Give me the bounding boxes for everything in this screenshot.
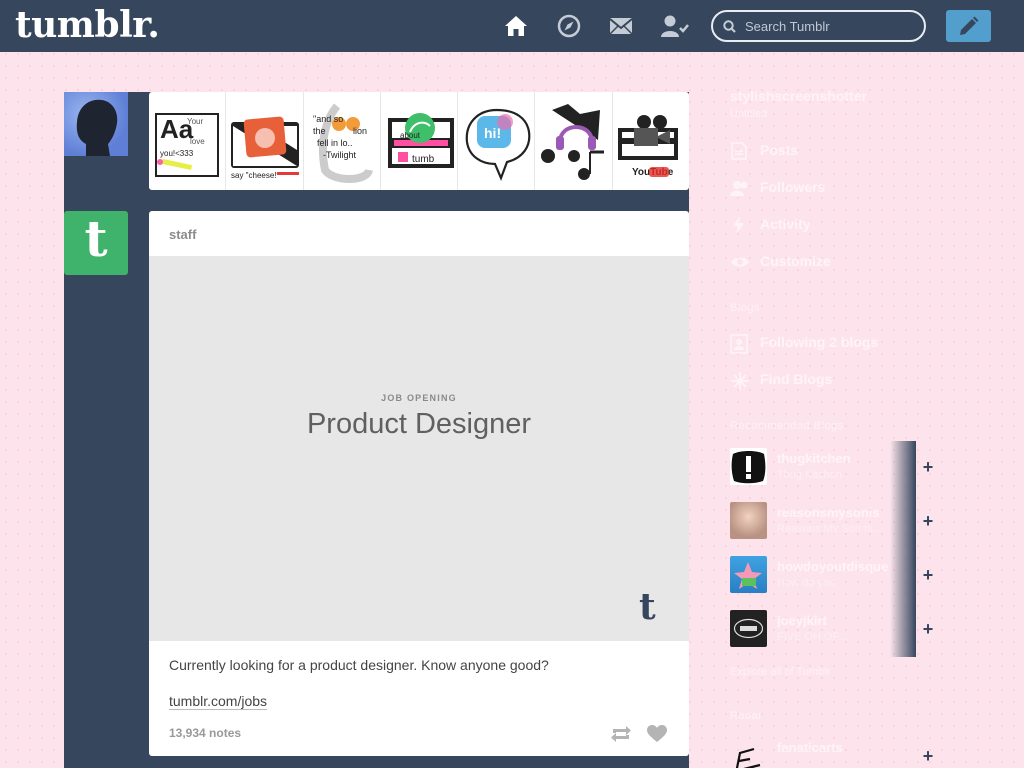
pencil-icon <box>960 16 979 35</box>
recommended-blog[interactable]: thugkitchen Thug Kitchen + <box>730 441 940 495</box>
user-avatar[interactable] <box>64 92 128 156</box>
sidebar-heading-blogs: Blogs <box>730 302 761 314</box>
starfish-icon <box>734 562 762 589</box>
blog-title: Reasons My Son Is... <box>777 523 882 535</box>
recommended-blog[interactable]: joeyjkirt FIVE OH OF... + <box>730 603 940 657</box>
blog-avatar[interactable] <box>730 556 767 593</box>
recommended-blog[interactable]: howdoyoutdisque How do you + <box>730 549 940 603</box>
post-type-quote[interactable]: "and so the lion fell in lo.. -Twilight <box>304 92 381 190</box>
svg-text:fell in lo..: fell in lo.. <box>317 138 353 148</box>
svg-text:"and so: "and so <box>313 114 343 124</box>
svg-text:the: the <box>313 126 326 136</box>
post-type-text[interactable]: Aa Your love you!<333 <box>149 92 227 190</box>
blog-name[interactable]: reasonsmysonis <box>777 505 892 520</box>
post-author[interactable]: staff <box>169 227 196 242</box>
blog-avatar[interactable] <box>730 448 767 485</box>
photo-icon: say "cheese!" <box>231 116 300 180</box>
svg-text:hi!: hi! <box>484 125 501 141</box>
follow-plus-button[interactable]: + <box>918 511 938 531</box>
text-icon: Aa Your love you!<333 <box>155 113 219 177</box>
audio-icon <box>541 104 605 180</box>
video-icon: YouTube <box>617 115 678 178</box>
search-icon <box>723 20 736 33</box>
blog-name[interactable]: howdoyoutdisque <box>777 559 892 574</box>
explore-link[interactable]: Explore all of Tumblr <box>730 666 830 678</box>
svg-text:about: about <box>400 131 421 140</box>
post-type-video[interactable]: YouTube <box>613 92 689 190</box>
top-bar: tumblr. <box>0 0 1024 52</box>
note-count[interactable]: 13,934 notes <box>169 726 241 740</box>
svg-text:say "cheese!": say "cheese!" <box>231 171 280 180</box>
blog-name[interactable]: thugkitchen <box>777 451 892 466</box>
blog-title: FIVE OH OF... <box>777 631 848 643</box>
blog-title: How do you <box>777 577 836 589</box>
post-type-link[interactable]: about tumb <box>381 92 459 190</box>
quote-icon: "and so the lion fell in lo.. -Twilight <box>313 103 373 183</box>
svg-text:-Twilight: -Twilight <box>323 150 357 160</box>
badge-logo <box>733 618 764 639</box>
tumblr-t-logo: t <box>639 586 656 628</box>
post-type-bar: Aa Your love you!<333 say "cheese!" "and… <box>149 92 689 190</box>
jobs-link[interactable]: tumblr.com/jobs <box>169 693 268 710</box>
search-box[interactable] <box>711 10 926 42</box>
compose-button[interactable] <box>946 10 991 42</box>
post-body: Currently looking for a product designer… <box>169 657 549 673</box>
sidebar-heading-recommended: Recommended Blogs <box>730 420 844 432</box>
recommended-blog[interactable]: reasonsmysonis Reasons My Son Is... + <box>730 495 940 549</box>
posts-icon <box>731 142 747 160</box>
blog-avatar[interactable] <box>730 502 767 539</box>
radar-blog[interactable]: fanaticarts + <box>730 730 940 768</box>
blog-name[interactable]: joeyjkirt <box>777 613 892 628</box>
follow-plus-button[interactable]: + <box>918 746 938 766</box>
blog-title: Thug Kitchen <box>777 469 842 481</box>
blog-avatar[interactable] <box>730 737 767 768</box>
follow-plus-button[interactable]: + <box>918 565 938 585</box>
account-icon[interactable] <box>661 14 689 38</box>
reblog-icon[interactable] <box>610 724 632 744</box>
home-icon[interactable] <box>504 14 528 38</box>
svg-text:love: love <box>190 137 205 146</box>
job-title: Product Designer <box>306 408 532 440</box>
fanaticarts-logo <box>735 747 761 768</box>
staff-avatar[interactable]: t <box>64 209 128 275</box>
chat-icon: hi! <box>465 108 531 181</box>
post-image[interactable]: JOB OPENING Product Designer t <box>149 256 689 641</box>
activity-icon <box>733 216 744 234</box>
post-type-chat[interactable]: hi! <box>458 92 536 190</box>
svg-text:you!<333: you!<333 <box>160 149 194 158</box>
follow-plus-button[interactable]: + <box>918 619 938 639</box>
staff-logo: t <box>84 209 108 268</box>
compass-icon[interactable] <box>557 14 581 38</box>
thugkitchen-logo <box>731 451 766 484</box>
svg-text:lion: lion <box>353 126 367 136</box>
sidebar-blog-name[interactable]: stylishscreenshotter <box>730 88 867 104</box>
sidebar-heading-radar: Radar <box>730 710 763 722</box>
following-icon <box>730 334 748 354</box>
svg-text:tumb: tumb <box>412 154 435 165</box>
followers-icon <box>730 181 748 196</box>
search-input[interactable] <box>745 17 915 35</box>
tumblr-logo[interactable]: tumblr. <box>15 4 160 46</box>
post-type-audio[interactable] <box>535 92 613 190</box>
silhouette-icon <box>76 99 118 156</box>
post-card: staff JOB OPENING Product Designer t Cur… <box>149 211 689 756</box>
blog-avatar[interactable] <box>730 610 767 647</box>
sparkle-icon <box>731 372 749 390</box>
job-label: JOB OPENING <box>381 393 457 403</box>
sidebar-blog-subtitle: Untitled <box>730 108 768 120</box>
eye-icon <box>731 257 749 267</box>
link-icon: about tumb <box>387 113 454 168</box>
blog-name[interactable]: fanaticarts <box>777 740 892 755</box>
svg-text:Your: Your <box>187 117 204 126</box>
follow-plus-button[interactable]: + <box>918 457 938 477</box>
heart-icon[interactable] <box>647 725 667 743</box>
mail-icon[interactable] <box>609 14 633 38</box>
post-type-photo[interactable]: say "cheese!" <box>226 92 304 190</box>
